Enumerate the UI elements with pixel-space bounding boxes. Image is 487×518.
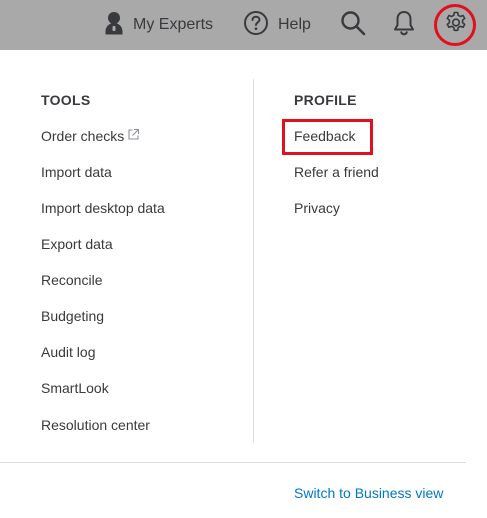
external-link-icon bbox=[127, 128, 140, 144]
footer-divider bbox=[0, 462, 466, 463]
menu-item-smartlook[interactable]: SmartLook bbox=[41, 380, 109, 396]
menu-item-import-data[interactable]: Import data bbox=[41, 164, 112, 180]
menu-item-import-desktop-data[interactable]: Import desktop data bbox=[41, 200, 165, 216]
settings-menu-panel: TOOLS Order checks Import data Import de… bbox=[0, 57, 487, 518]
tools-heading: TOOLS bbox=[41, 92, 91, 108]
menu-item-refer-a-friend[interactable]: Refer a friend bbox=[294, 164, 379, 180]
menu-item-privacy[interactable]: Privacy bbox=[294, 200, 340, 216]
top-bar: My Experts Help bbox=[0, 0, 487, 50]
user-icon bbox=[104, 10, 124, 41]
menu-item-resolution-center[interactable]: Resolution center bbox=[41, 417, 150, 433]
bell-icon bbox=[393, 10, 415, 41]
menu-item-budgeting[interactable]: Budgeting bbox=[41, 308, 104, 324]
search-icon bbox=[340, 10, 366, 41]
switch-to-business-view-link[interactable]: Switch to Business view bbox=[294, 485, 443, 501]
help-label: Help bbox=[278, 16, 311, 33]
help-button[interactable]: Help bbox=[243, 0, 311, 50]
notifications-button[interactable] bbox=[393, 0, 415, 50]
my-experts-button[interactable]: My Experts bbox=[104, 0, 213, 50]
menu-item-export-data[interactable]: Export data bbox=[41, 236, 113, 252]
settings-highlight-circle bbox=[434, 4, 476, 46]
menu-item-reconcile[interactable]: Reconcile bbox=[41, 272, 102, 288]
menu-item-audit-log[interactable]: Audit log bbox=[41, 344, 95, 360]
menu-item-order-checks[interactable]: Order checks bbox=[41, 128, 140, 144]
my-experts-label: My Experts bbox=[133, 16, 214, 33]
search-button[interactable] bbox=[340, 0, 366, 50]
feedback-highlight-box bbox=[282, 119, 373, 155]
help-icon bbox=[243, 10, 269, 41]
column-divider bbox=[253, 79, 254, 443]
profile-heading: PROFILE bbox=[294, 92, 357, 108]
menu-item-label: Order checks bbox=[41, 128, 125, 144]
